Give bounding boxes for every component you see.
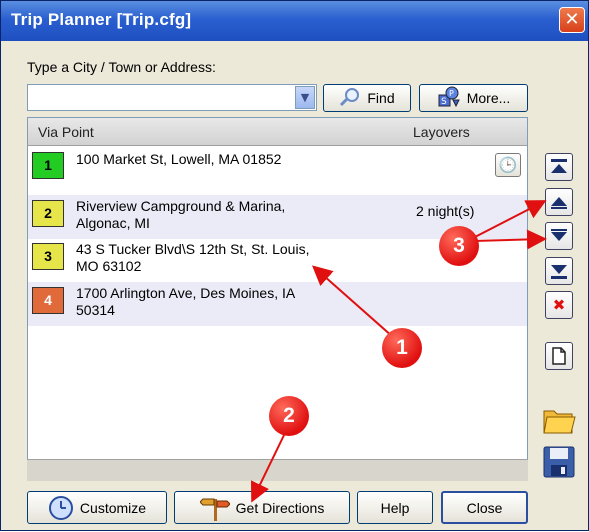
via-address-line2: Algonac, MI bbox=[76, 215, 150, 231]
help-label: Help bbox=[380, 499, 410, 516]
directions-signpost-icon bbox=[199, 498, 230, 521]
callout-2: 2 bbox=[269, 396, 309, 436]
via-address: 43 S Tucker Blvd\S 12th St, St. Louis, M… bbox=[76, 241, 366, 275]
find-label: Find bbox=[367, 90, 395, 106]
window-title: Trip Planner [Trip.cfg] bbox=[11, 10, 192, 29]
combo-dropdown-button[interactable]: ▼ bbox=[295, 86, 315, 109]
svg-text:P: P bbox=[449, 89, 454, 98]
chevron-down-icon: ▼ bbox=[300, 91, 310, 104]
search-label: Type a City / Town or Address: bbox=[27, 59, 216, 75]
via-address-line1: 100 Market St, Lowell, MA 01852 bbox=[76, 151, 282, 167]
list-status-bar bbox=[27, 459, 528, 481]
via-address-line2: 50314 bbox=[76, 302, 115, 318]
via-address: 100 Market St, Lowell, MA 01852 bbox=[76, 151, 366, 168]
open-trip-button[interactable] bbox=[542, 403, 576, 437]
customize-button[interactable]: Customize bbox=[27, 491, 167, 524]
move-down-button[interactable] bbox=[545, 222, 573, 250]
move-up-button[interactable] bbox=[545, 188, 573, 216]
delete-via-button[interactable]: ✖ bbox=[545, 291, 573, 319]
delete-icon: ✖ bbox=[552, 296, 566, 314]
svg-text:S: S bbox=[441, 97, 447, 107]
move-to-bottom-button[interactable] bbox=[545, 257, 573, 285]
callout-1: 1 bbox=[382, 328, 422, 368]
title-bar[interactable]: Trip Planner [Trip.cfg] ✕ bbox=[1, 1, 588, 41]
help-button[interactable]: Help bbox=[357, 491, 433, 524]
via-address-line1: Riverview Campground & Marina, bbox=[76, 198, 286, 214]
close-button[interactable]: Close bbox=[441, 491, 528, 524]
trip-planner-window: Trip Planner [Trip.cfg] ✕ Type a City / … bbox=[0, 0, 589, 531]
poi-icon: S P bbox=[437, 86, 461, 111]
open-folder-icon bbox=[543, 410, 576, 434]
via-address-line2: MO 63102 bbox=[76, 258, 142, 274]
save-disk-icon bbox=[543, 446, 575, 478]
find-button[interactable]: Find bbox=[323, 84, 411, 112]
list-item[interactable]: 4 1700 Arlington Ave, Des Moines, IA 503… bbox=[28, 282, 527, 326]
via-number-badge: 2 bbox=[32, 200, 64, 227]
header-via-point[interactable]: Via Point bbox=[38, 124, 94, 140]
magnifier-icon bbox=[339, 87, 361, 110]
customize-clock-icon bbox=[48, 495, 73, 520]
new-trip-button[interactable] bbox=[545, 342, 573, 370]
close-label: Close bbox=[466, 499, 503, 516]
callout-3: 3 bbox=[439, 226, 479, 266]
more-label: More... bbox=[466, 90, 511, 106]
via-address: Riverview Campground & Marina, Algonac, … bbox=[76, 198, 366, 232]
move-up-icon bbox=[551, 197, 567, 209]
layover-value: 2 night(s) bbox=[416, 203, 475, 219]
get-directions-button[interactable]: Get Directions bbox=[174, 491, 350, 524]
move-bottom-icon bbox=[551, 265, 567, 279]
layover-clock-button[interactable]: 🕒 bbox=[495, 153, 521, 177]
header-layovers[interactable]: Layovers bbox=[413, 124, 470, 140]
via-address-line1: 43 S Tucker Blvd\S 12th St, St. Louis, bbox=[76, 241, 310, 257]
new-document-icon bbox=[552, 347, 566, 365]
get-directions-label: Get Directions bbox=[235, 499, 325, 516]
move-top-icon bbox=[551, 159, 567, 173]
via-address-line1: 1700 Arlington Ave, Des Moines, IA bbox=[76, 285, 296, 301]
clock-icon: 🕒 bbox=[498, 156, 518, 174]
via-address: 1700 Arlington Ave, Des Moines, IA 50314 bbox=[76, 285, 366, 319]
more-button[interactable]: S P More... bbox=[419, 84, 528, 112]
address-combo[interactable]: ▼ bbox=[27, 84, 317, 111]
customize-label: Customize bbox=[79, 499, 147, 516]
move-down-icon bbox=[551, 229, 567, 241]
list-header: Via Point Layovers bbox=[28, 118, 527, 146]
window-close-button[interactable]: ✕ bbox=[559, 7, 585, 33]
via-number-badge: 4 bbox=[32, 287, 64, 314]
via-number-badge: 3 bbox=[32, 243, 64, 270]
save-trip-button[interactable] bbox=[542, 445, 576, 479]
move-to-top-button[interactable] bbox=[545, 153, 573, 181]
address-input[interactable] bbox=[30, 87, 292, 108]
list-item[interactable]: 1 100 Market St, Lowell, MA 01852 🕒 bbox=[28, 149, 527, 193]
via-number-badge: 1 bbox=[32, 152, 64, 179]
